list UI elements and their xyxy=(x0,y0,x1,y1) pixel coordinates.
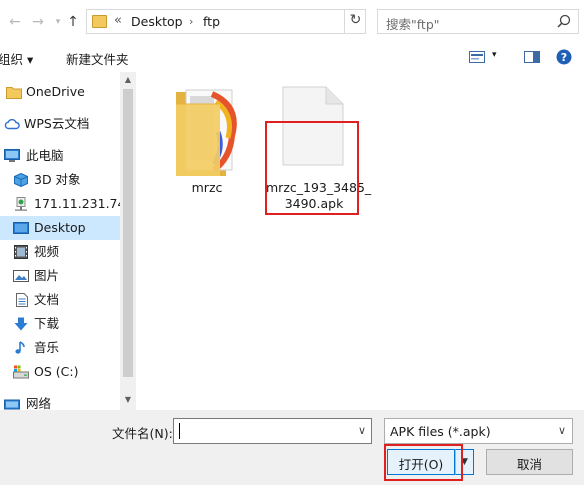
view-options-icon[interactable] xyxy=(469,51,485,63)
breadcrumb-desktop[interactable]: Desktop xyxy=(131,14,183,29)
nav-item-label: 网络 xyxy=(26,396,52,410)
video-icon xyxy=(14,245,28,259)
help-icon[interactable]: ? xyxy=(556,49,572,65)
text-caret xyxy=(179,423,180,439)
cancel-button-label: 取消 xyxy=(516,457,542,472)
nav-item-this-pc[interactable]: 此电脑 xyxy=(0,144,120,168)
filename-input[interactable]: ∨ xyxy=(173,418,372,444)
nav-item-3d-objects[interactable]: 3D 对象 xyxy=(0,168,120,192)
file-name: mrzc xyxy=(191,180,223,195)
nav-item-label: 文档 xyxy=(34,292,60,307)
toolbar: 组织 ▾ 新建文件夹 ▾ ? xyxy=(0,42,584,72)
nav-item-wps-cloud[interactable]: WPS云文档 xyxy=(0,112,120,136)
nav-item-desktop[interactable]: Desktop xyxy=(0,216,120,240)
back-arrow-icon[interactable]: ← xyxy=(8,14,22,30)
organize-button[interactable]: 组织 ▾ xyxy=(0,49,33,68)
file-list: mrzc mrzc_193_3485_ 3490.apk xyxy=(136,72,584,410)
refresh-icon: ↻ xyxy=(349,12,362,28)
recent-dropdown-icon[interactable]: ▾ xyxy=(51,14,65,30)
nav-item-label: 视频 xyxy=(34,244,60,259)
chevron-right-icon[interactable]: › xyxy=(189,15,193,28)
network-drive-icon xyxy=(15,197,27,211)
picture-icon xyxy=(13,270,29,282)
nav-item-network-drive[interactable]: 171.11.231.74 xyxy=(0,192,125,216)
file-item-folder[interactable]: mrzc xyxy=(170,86,250,196)
nav-item-network[interactable]: 网络 xyxy=(0,392,120,410)
nav-item-label: Desktop xyxy=(34,220,86,235)
nav-item-os-c[interactable]: OS (C:) xyxy=(0,360,120,384)
highlight-annotation xyxy=(384,444,463,481)
nav-item-videos[interactable]: 视频 xyxy=(0,240,120,264)
highlight-annotation xyxy=(265,121,359,215)
nav-item-pictures[interactable]: 图片 xyxy=(0,264,120,288)
nav-item-label: OneDrive xyxy=(26,84,85,99)
scroll-up-icon[interactable]: ▲ xyxy=(120,72,136,88)
breadcrumb-ftp[interactable]: ftp xyxy=(203,14,220,29)
nav-item-label: 图片 xyxy=(34,268,60,283)
view-dropdown-icon[interactable]: ▾ xyxy=(492,50,497,60)
network-icon xyxy=(4,399,20,410)
nav-item-label: OS (C:) xyxy=(34,364,79,379)
search-box[interactable]: 搜索"ftp" xyxy=(377,9,579,34)
chevron-down-icon[interactable]: ∨ xyxy=(558,424,566,437)
cloud-icon xyxy=(4,119,20,130)
address-row: ← → ▾ ↑ « Desktop › ftp ∨ ↻ 搜索"ftp" xyxy=(0,0,584,42)
download-icon xyxy=(14,317,28,331)
nav-item-music[interactable]: 音乐 xyxy=(0,336,120,360)
computer-icon xyxy=(4,149,20,162)
address-bar[interactable]: « Desktop › ftp ∨ xyxy=(86,9,416,34)
filename-label: 文件名(N): xyxy=(112,426,173,441)
svg-text:?: ? xyxy=(561,51,567,64)
up-arrow-icon[interactable]: ↑ xyxy=(66,14,80,30)
nav-item-documents[interactable]: 文档 xyxy=(0,288,120,312)
nav-item-label: 下载 xyxy=(34,316,60,331)
desktop-icon xyxy=(13,222,29,234)
document-icon xyxy=(16,293,28,307)
new-folder-button[interactable]: 新建文件夹 xyxy=(66,49,129,68)
nav-item-label: 此电脑 xyxy=(26,148,64,163)
nav-item-onedrive[interactable]: OneDrive xyxy=(0,80,120,104)
nav-item-label: 171.11.231.74 xyxy=(34,196,126,211)
refresh-button[interactable]: ↻ xyxy=(344,9,366,34)
music-icon xyxy=(15,341,25,354)
nav-item-label: 音乐 xyxy=(34,340,60,355)
scrollbar-thumb[interactable] xyxy=(123,89,133,377)
scroll-down-icon[interactable]: ▼ xyxy=(120,392,136,408)
folder-icon xyxy=(176,89,237,176)
overflow-chevron[interactable]: « xyxy=(114,13,122,28)
nav-item-downloads[interactable]: 下载 xyxy=(0,312,120,336)
filetype-select[interactable]: APK files (*.apk) ∨ xyxy=(384,418,573,444)
forward-arrow-icon[interactable]: → xyxy=(31,14,45,30)
search-input[interactable]: 搜索"ftp" xyxy=(386,14,440,33)
drive-icon xyxy=(13,365,29,379)
folder-icon xyxy=(92,15,107,28)
chevron-down-icon[interactable]: ∨ xyxy=(358,424,366,437)
nav-item-label: WPS云文档 xyxy=(24,116,90,131)
nav-scrollbar[interactable]: ▲ ▼ xyxy=(120,72,136,410)
search-icon[interactable] xyxy=(557,14,571,28)
cancel-button[interactable]: 取消 xyxy=(486,449,573,475)
cube-icon xyxy=(14,173,28,187)
folder-icon xyxy=(6,87,22,99)
dialog-footer: 文件名(N): ∨ APK files (*.apk) ∨ 打开(O) ▼ 取消 xyxy=(0,410,584,485)
nav-item-label: 3D 对象 xyxy=(34,172,81,187)
preview-pane-icon[interactable] xyxy=(524,51,540,63)
navigation-pane: OneDrive WPS云文档 此电脑 3D 对象 171.11.231.74 … xyxy=(0,72,136,410)
filetype-value: APK files (*.apk) xyxy=(390,424,491,439)
